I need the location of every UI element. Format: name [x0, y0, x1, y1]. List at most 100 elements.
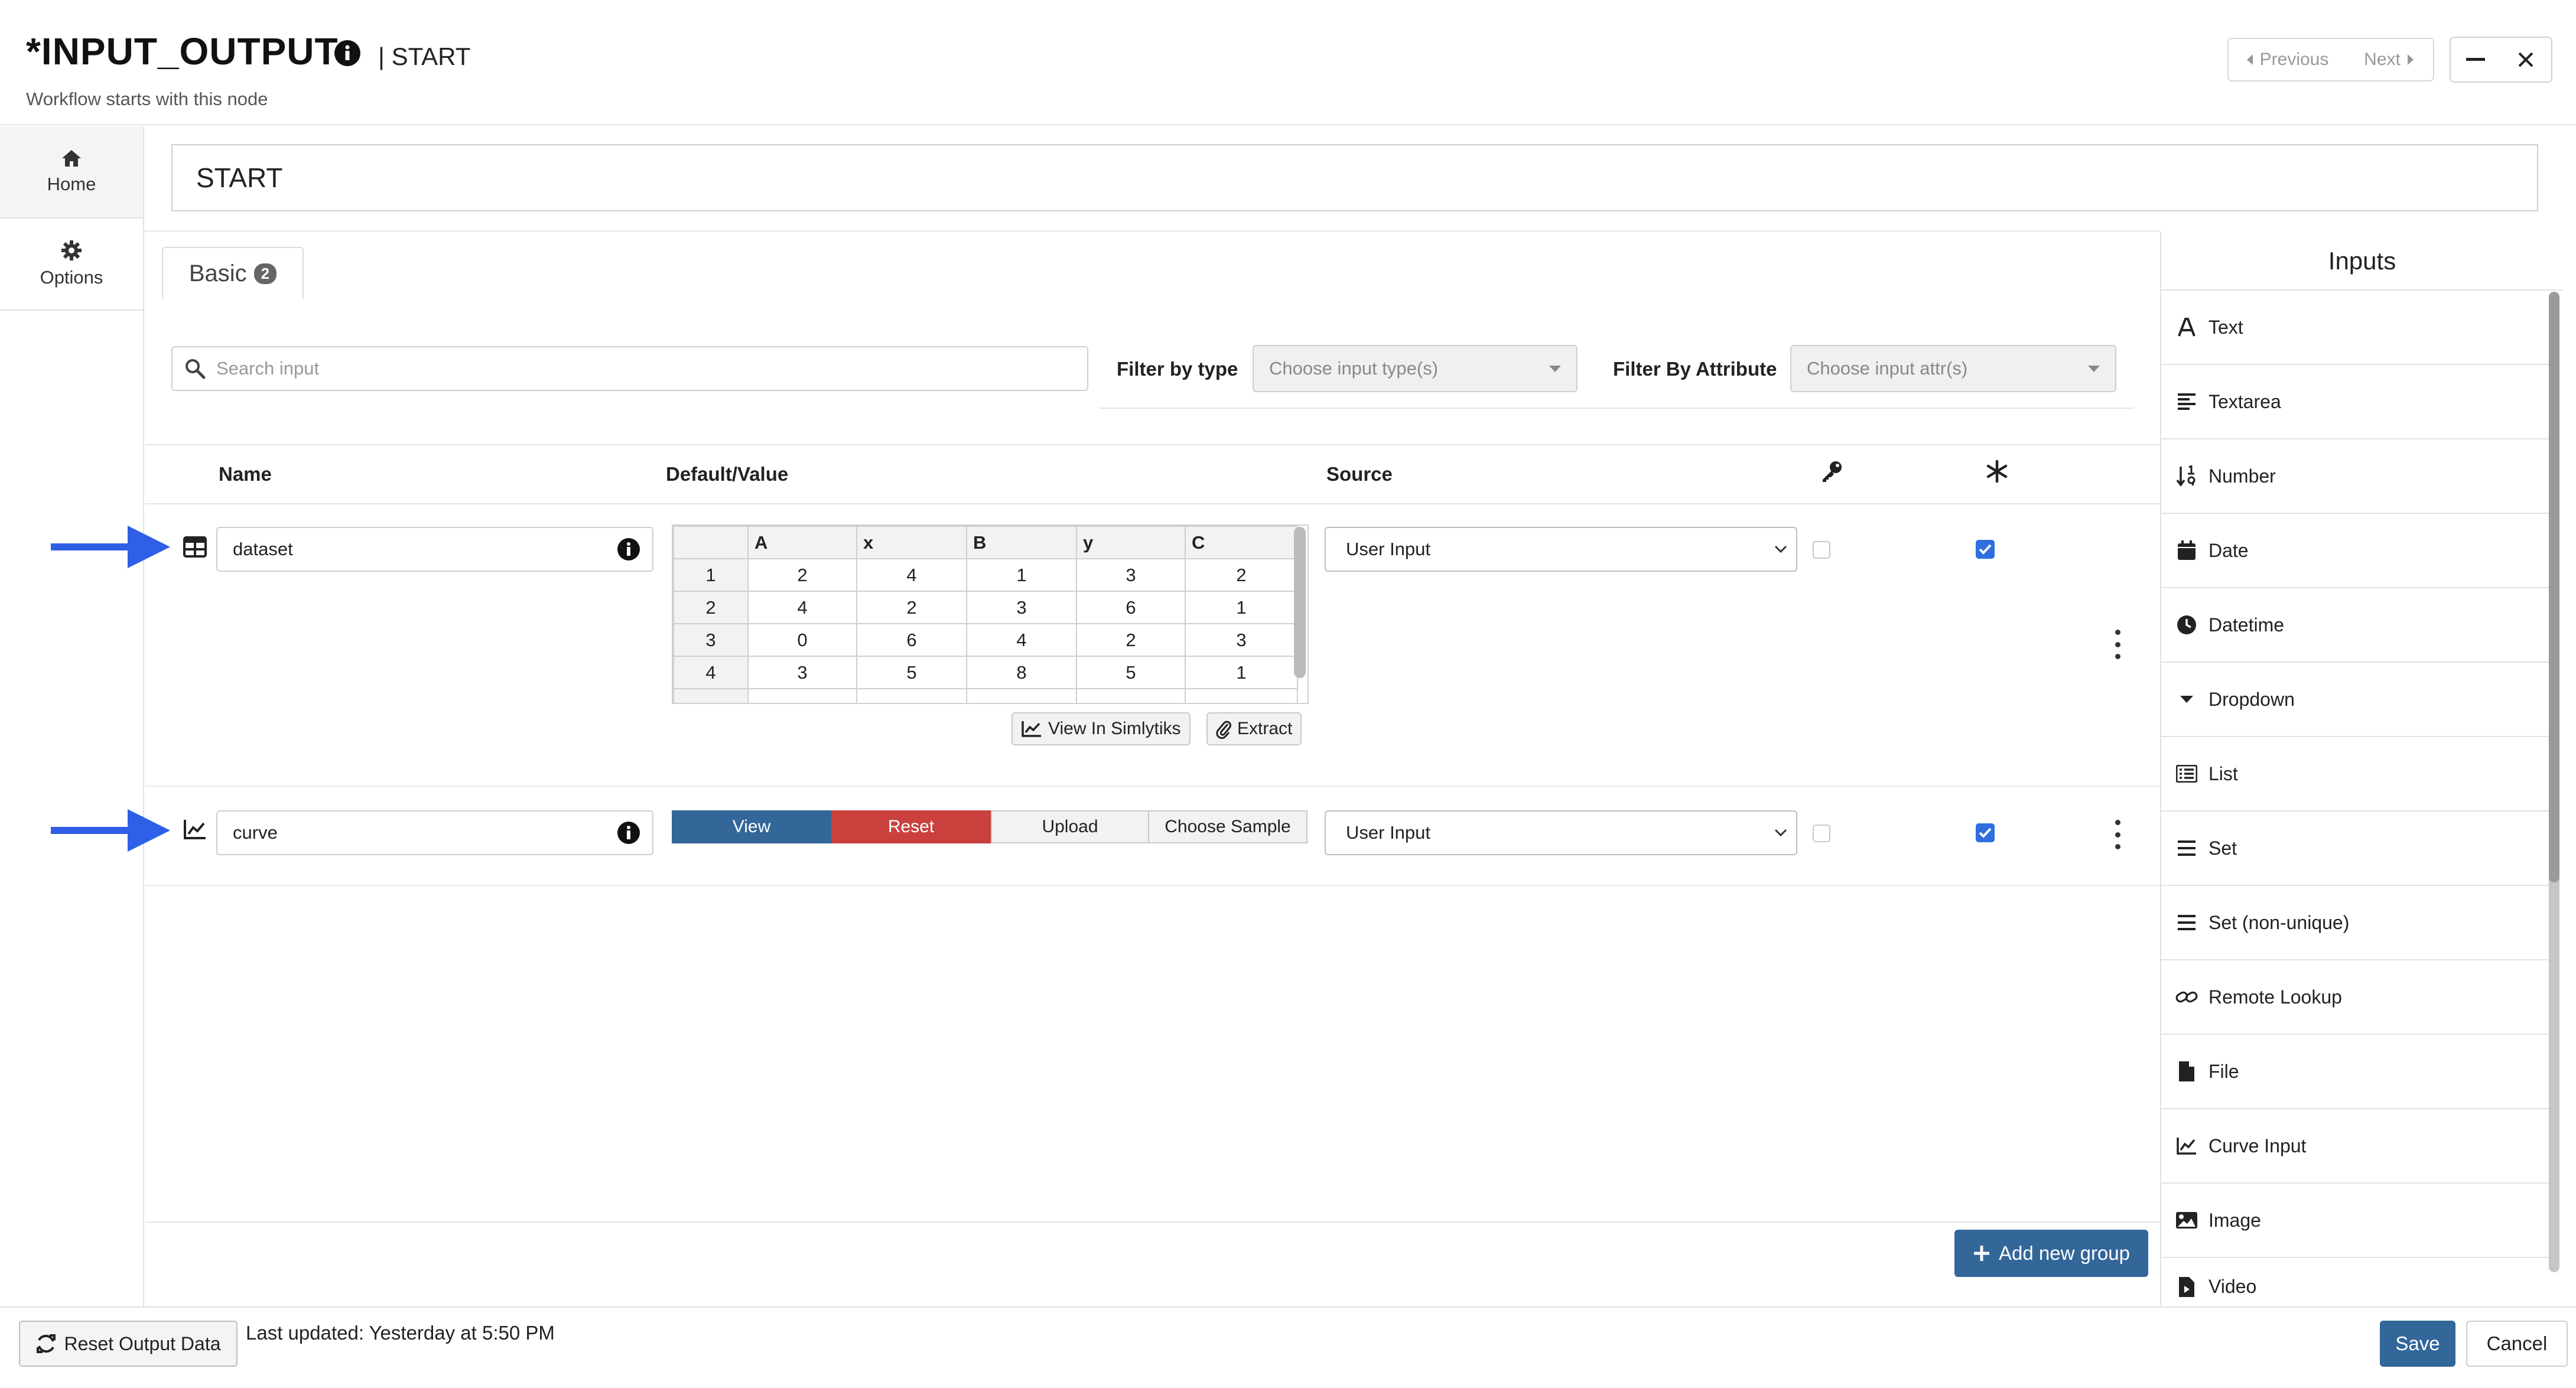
save-button[interactable]: Save	[2380, 1321, 2455, 1367]
input-type-image[interactable]: Image	[2161, 1184, 2551, 1258]
add-new-group-button[interactable]: Add new group	[1954, 1230, 2148, 1277]
grid-cell[interactable]: 1	[966, 558, 1077, 592]
input-type-remote-lookup[interactable]: Remote Lookup	[2161, 960, 2551, 1035]
grid-cell[interactable]: 2	[1185, 558, 1298, 592]
grid-cell[interactable]: 5	[1076, 656, 1186, 689]
grid-cell[interactable]	[966, 688, 1077, 703]
input-name-field[interactable]: dataset	[216, 527, 653, 572]
source-select[interactable]: User Input	[1325, 527, 1797, 572]
bars-icon	[2175, 911, 2198, 934]
input-type-text[interactable]: Text	[2161, 291, 2551, 365]
input-type-file[interactable]: File	[2161, 1035, 2551, 1109]
grid-cell[interactable]: 1	[1185, 656, 1298, 689]
curve-view-button[interactable]: View	[672, 810, 831, 843]
cancel-button[interactable]: Cancel	[2466, 1321, 2568, 1367]
grid-cell[interactable]: 6	[1076, 591, 1186, 624]
input-type-number[interactable]: Number	[2161, 439, 2551, 514]
grid-row: 4 3 5 8 5 1	[673, 656, 1298, 689]
caret-down-icon	[1549, 365, 1561, 372]
grid-column-header[interactable]: C	[1185, 526, 1298, 559]
grid-cell[interactable]	[856, 688, 967, 703]
inputs-panel-scrollbar-thumb[interactable]	[2549, 292, 2559, 882]
sidebar-item-options[interactable]: Options	[0, 219, 143, 311]
curve-reset-button[interactable]: Reset	[831, 810, 991, 843]
grid-cell[interactable]: 8	[966, 656, 1077, 689]
grid-cell[interactable]: 2	[856, 591, 967, 624]
grid-cell[interactable]: 3	[966, 591, 1077, 624]
grid-cell[interactable]	[747, 688, 857, 703]
arrow-right-icon	[48, 523, 173, 571]
row-menu-icon[interactable]	[2112, 630, 2123, 659]
input-type-textarea[interactable]: Textarea	[2161, 365, 2551, 439]
filter-type-select[interactable]: Choose input type(s)	[1253, 345, 1578, 392]
input-type-date[interactable]: Date	[2161, 514, 2551, 588]
grid-column-header[interactable]: y	[1076, 526, 1186, 559]
asterisk-icon	[1985, 460, 2009, 483]
input-name-field[interactable]: curve	[216, 810, 653, 855]
input-type-set-non-unique[interactable]: Set (non-unique)	[2161, 886, 2551, 960]
grid-cell[interactable]	[1076, 688, 1186, 703]
caret-down-icon	[2088, 365, 2100, 372]
close-button[interactable]	[2500, 37, 2552, 83]
extract-button[interactable]: Extract	[1206, 712, 1302, 745]
grid-cell[interactable]: 4	[747, 591, 857, 624]
input-type-video[interactable]: Video	[2161, 1258, 2551, 1305]
filter-attribute-select[interactable]: Choose input attr(s)	[1790, 345, 2116, 392]
curve-upload-button[interactable]: Upload	[991, 810, 1149, 843]
filter-type-label: Filter by type	[1117, 358, 1238, 380]
input-type-set[interactable]: Set	[2161, 812, 2551, 886]
info-icon[interactable]	[617, 821, 640, 845]
key-checkbox[interactable]	[1813, 541, 1830, 559]
grid-cell[interactable]: 0	[747, 623, 857, 657]
grid-cell[interactable]: 3	[747, 656, 857, 689]
grid-cell[interactable]: 2	[747, 558, 857, 592]
minimize-button[interactable]	[2450, 37, 2502, 83]
divider	[145, 503, 2160, 504]
grid-cell[interactable]: 6	[856, 623, 967, 657]
info-icon[interactable]	[617, 537, 640, 561]
input-type-curve-input[interactable]: Curve Input	[2161, 1109, 2551, 1184]
tab-basic[interactable]: Basic 2	[162, 247, 304, 299]
input-type-label: Set (non-unique)	[2209, 911, 2350, 933]
grid-cell[interactable]: 3	[1076, 558, 1186, 592]
grid-column-header[interactable]: B	[966, 526, 1077, 559]
input-type-datetime[interactable]: Datetime	[2161, 588, 2551, 663]
next-button[interactable]: Next	[2346, 38, 2434, 82]
grid-cell[interactable]: 5	[856, 656, 967, 689]
node-name-field[interactable]: START	[171, 144, 2538, 211]
grid-cell[interactable]: 3	[1185, 623, 1298, 657]
grid-cell[interactable]: 4	[856, 558, 967, 592]
input-type-dropdown[interactable]: Dropdown	[2161, 663, 2551, 737]
grid-row-index	[673, 688, 749, 703]
grid-cell[interactable]	[1185, 688, 1298, 703]
grid-column-header[interactable]: x	[856, 526, 967, 559]
grid-cell[interactable]: 1	[1185, 591, 1298, 624]
file-icon	[2175, 1060, 2198, 1083]
grid-cell[interactable]: 2	[1076, 623, 1186, 657]
reset-output-data-button[interactable]: Reset Output Data	[19, 1321, 238, 1367]
curve-choose-sample-button[interactable]: Choose Sample	[1148, 810, 1307, 843]
grid-column-header[interactable]: A	[747, 526, 857, 559]
search-input[interactable]	[216, 358, 1043, 379]
required-checkbox[interactable]	[1976, 540, 1995, 559]
grid-cell[interactable]: 4	[966, 623, 1077, 657]
input-type-list[interactable]: List	[2161, 737, 2551, 812]
dataset-grid[interactable]: A x B y C 1 2 4 1 3 2 2 4 2 3 6 1 3 0 6 …	[672, 524, 1309, 704]
line-chart-icon	[1021, 720, 1042, 738]
view-in-simlytiks-button[interactable]: View In Simlytiks	[1011, 712, 1191, 745]
grid-scrollbar[interactable]	[1294, 527, 1306, 678]
input-type-label: File	[2209, 1060, 2239, 1082]
key-checkbox[interactable]	[1813, 825, 1830, 842]
grid-row	[673, 688, 1298, 703]
row-menu-icon[interactable]	[2112, 820, 2123, 849]
page-title: *INPUT_OUTPUT	[26, 30, 339, 73]
previous-button[interactable]: Previous	[2227, 38, 2347, 82]
source-value: User Input	[1346, 539, 1431, 559]
source-select[interactable]: User Input	[1325, 810, 1797, 855]
grid-row-index: 4	[673, 656, 749, 689]
inputs-panel: Inputs Text Textarea Number Date Datetim…	[2160, 232, 2563, 1305]
divider	[145, 885, 2160, 886]
info-icon[interactable]	[333, 39, 362, 67]
required-checkbox[interactable]	[1976, 823, 1995, 842]
sidebar-item-home[interactable]: Home	[0, 126, 143, 219]
